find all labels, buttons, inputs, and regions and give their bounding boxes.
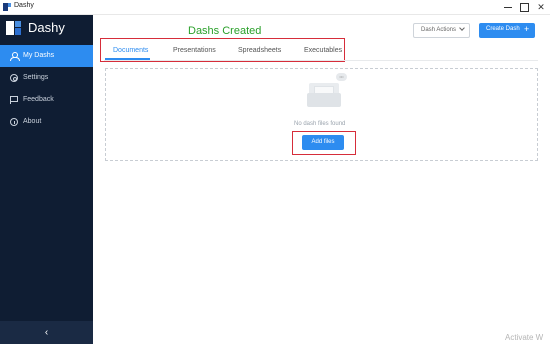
maximize-button[interactable] bbox=[517, 1, 531, 13]
brand-logo-icon bbox=[6, 21, 21, 35]
sidebar-nav: My Dashs Settings Feedback About bbox=[0, 45, 93, 133]
dash-actions-dropdown[interactable]: Dash Actions bbox=[413, 23, 470, 38]
flag-icon bbox=[10, 96, 18, 104]
activation-watermark: Activate W bbox=[505, 333, 544, 342]
ellipsis-bubble-icon: ••• bbox=[336, 73, 347, 81]
add-files-button[interactable]: Add files bbox=[302, 135, 344, 150]
sidebar-item-feedback[interactable]: Feedback bbox=[0, 89, 93, 111]
sidebar-item-label: Settings bbox=[23, 74, 49, 81]
close-button[interactable]: ✕ bbox=[534, 1, 548, 13]
tabs-divider bbox=[104, 60, 538, 61]
tab-documents[interactable]: Documents bbox=[113, 47, 148, 54]
user-icon bbox=[10, 52, 20, 61]
sidebar-item-my-dashs[interactable]: My Dashs bbox=[0, 45, 93, 67]
window-title: Dashy bbox=[14, 2, 34, 9]
sidebar-item-about[interactable]: About bbox=[0, 111, 93, 133]
collapse-sidebar-button[interactable]: ‹ bbox=[0, 321, 93, 344]
sidebar-item-label: My Dashs bbox=[23, 52, 55, 59]
info-icon bbox=[10, 118, 18, 126]
empty-inbox-icon: ••• bbox=[305, 73, 349, 113]
tab-spreadsheets[interactable]: Spreadsheets bbox=[238, 47, 281, 54]
sidebar: Dashy My Dashs Settings Feedback About ‹ bbox=[0, 15, 93, 344]
empty-state-message: No dash files found bbox=[294, 121, 346, 127]
brand-name: Dashy bbox=[28, 20, 65, 35]
tab-presentations[interactable]: Presentations bbox=[173, 47, 216, 54]
app-logo-icon bbox=[3, 3, 11, 11]
sidebar-item-settings[interactable]: Settings bbox=[0, 67, 93, 89]
page-title: Dashs Created bbox=[188, 25, 262, 37]
plus-icon: + bbox=[524, 24, 530, 34]
create-dash-button[interactable]: Create Dash + bbox=[479, 23, 535, 38]
chevron-down-icon bbox=[459, 25, 465, 31]
sidebar-item-label: Feedback bbox=[23, 96, 54, 103]
dash-actions-label: Dash Actions bbox=[421, 27, 457, 33]
minimize-button[interactable] bbox=[501, 1, 515, 13]
sidebar-item-label: About bbox=[23, 118, 42, 125]
gear-icon bbox=[10, 74, 18, 82]
title-bar: Dashy ✕ bbox=[0, 0, 550, 15]
tab-executables[interactable]: Executables bbox=[304, 47, 342, 54]
create-dash-label: Create Dash bbox=[486, 26, 520, 32]
